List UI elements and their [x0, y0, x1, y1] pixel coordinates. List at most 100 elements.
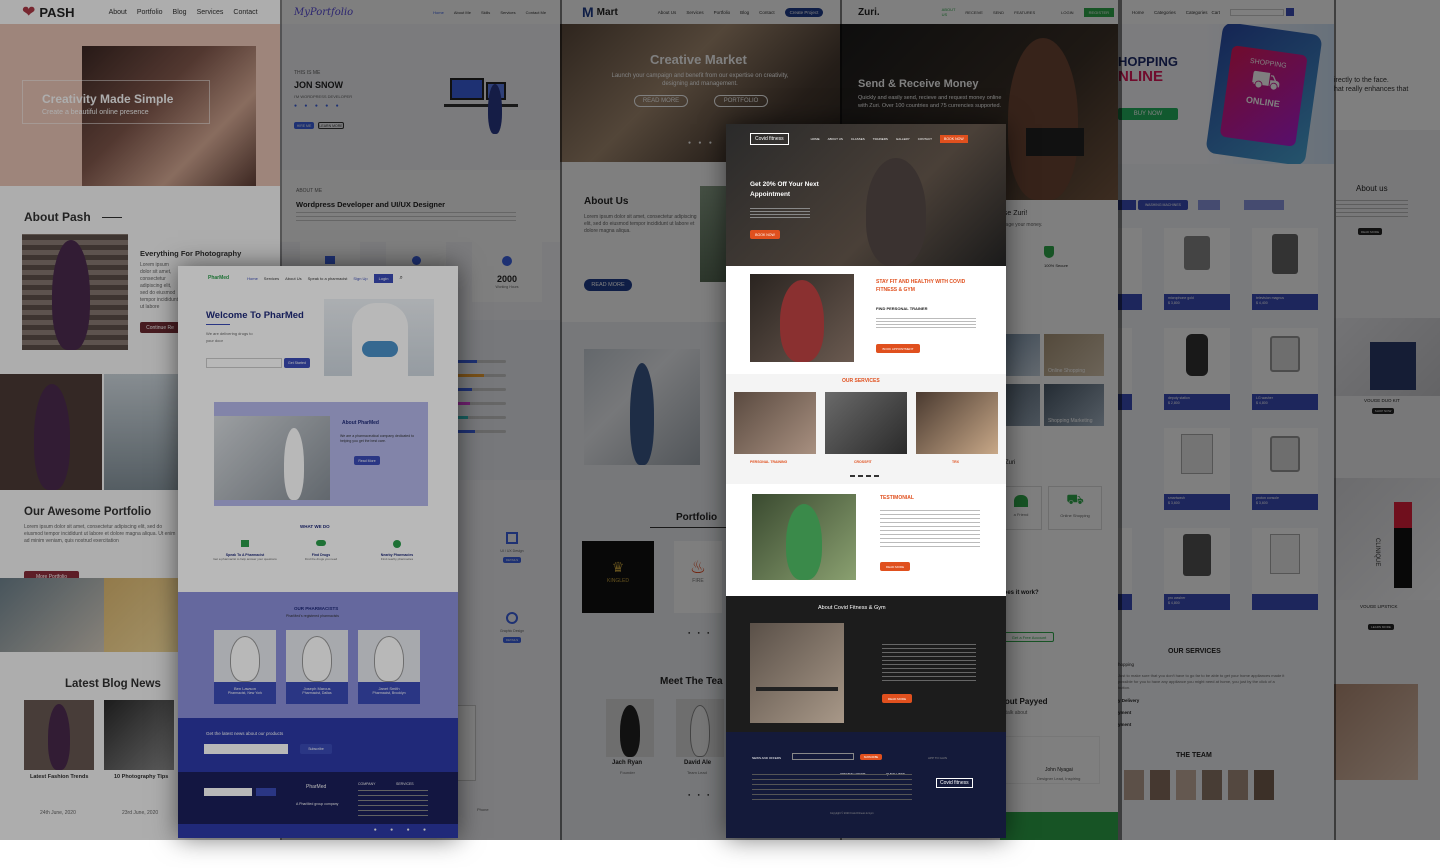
mart-cta-button[interactable]: Create Project: [784, 7, 824, 17]
pharmacist-card[interactable]: Janet Smith Pharmacist, Brooklyn: [358, 630, 420, 704]
shop-buy-button[interactable]: BUY NOW: [1118, 108, 1178, 120]
shop-service-item-3[interactable]: yment: [1118, 710, 1131, 715]
product-card[interactable]: deputy station $ 2,800: [1164, 328, 1230, 410]
search-icon[interactable]: [1286, 8, 1295, 16]
product-card[interactable]: pro washer $ 4,800: [1164, 528, 1230, 610]
product-card[interactable]: [1252, 528, 1318, 610]
product-card[interactable]: television magnus $ 4,400: [1252, 228, 1318, 310]
pash-nav-about[interactable]: About: [109, 9, 127, 16]
pharmed-read-more-button[interactable]: Read More: [354, 456, 380, 465]
fitness-carousel-dots[interactable]: [850, 475, 882, 477]
zuri-nav-send[interactable]: SEND: [993, 10, 1004, 15]
fitness-logo[interactable]: Covid fitness: [750, 133, 789, 145]
shop-tab-2[interactable]: [1198, 200, 1220, 210]
fitness-nav-about[interactable]: ABOUT US: [828, 137, 843, 141]
pharmed-subscribe-button[interactable]: Subscribe: [300, 744, 332, 754]
pharmed-search-button[interactable]: Get Started: [284, 358, 310, 368]
fitness-subscribe-button[interactable]: SUBSCRIBE: [860, 754, 882, 760]
myportfolio-learn-button[interactable]: LEARN MORE: [318, 122, 344, 129]
pash-logo[interactable]: PASH: [39, 5, 74, 20]
pharmed-footer-button[interactable]: [256, 788, 276, 796]
shop-service-item-4[interactable]: yment: [1118, 722, 1131, 727]
fitness-nav-gallery[interactable]: GALLERY: [896, 137, 910, 141]
product-card[interactable]: proton console $ 3,600: [1252, 428, 1318, 510]
shop-service-item-1[interactable]: hopping: [1118, 662, 1134, 667]
zuri-online-card[interactable]: ⛟ Online Shopping: [1048, 486, 1102, 530]
pash-blog-1-title[interactable]: Latest Fashion Trends: [30, 774, 88, 780]
shop-nav-categories-2[interactable]: Categories: [1186, 10, 1208, 15]
pharmed-news-input[interactable]: [204, 744, 288, 754]
pharmed-nav-services[interactable]: Services: [264, 276, 279, 281]
myportfolio-details-button-1[interactable]: DETAILS: [503, 557, 521, 563]
fitness-hero-button[interactable]: BOOK NOW: [750, 230, 780, 239]
mart-hero-read-more[interactable]: READ MORE: [634, 95, 688, 107]
pharmed-nav-signup[interactable]: Sign Up: [353, 276, 367, 281]
fitness-nav-home[interactable]: HOME: [811, 137, 820, 141]
myportfolio-hire-button[interactable]: HIRE ME: [294, 122, 314, 129]
zuri-nav-features[interactable]: FEATURES: [1014, 10, 1035, 15]
shop-search-input[interactable]: [1230, 8, 1285, 16]
search-icon[interactable]: ⌕: [399, 275, 402, 282]
product-card[interactable]: [1118, 328, 1132, 410]
myportfolio-nav-skills[interactable]: Skills: [481, 10, 490, 15]
myportfolio-logo[interactable]: MyPortfolio: [294, 7, 353, 18]
mart-hero-portfolio[interactable]: PORTFOLIO: [714, 95, 768, 107]
pash-nav-portfolio[interactable]: Portfolio: [137, 9, 163, 16]
mart-nav-portfolio[interactable]: Portfolio: [714, 10, 731, 15]
social-icons[interactable]: ● ● ● ●: [374, 827, 432, 833]
product-card[interactable]: [1118, 228, 1142, 310]
mart-nav-services[interactable]: Services: [686, 10, 703, 15]
zuri-logo[interactable]: Zuri.: [858, 7, 880, 18]
product-card[interactable]: [1118, 528, 1132, 610]
mart-about-button[interactable]: READ MORE: [584, 279, 632, 291]
mart-nav-contact[interactable]: Contact: [759, 10, 775, 15]
myportfolio-details-button-2[interactable]: DETAILS: [503, 637, 521, 643]
fitness-about-button[interactable]: READ MORE: [882, 694, 912, 703]
mart-nav-about[interactable]: About Us: [658, 10, 677, 15]
pharmed-logo[interactable]: PharMed: [208, 275, 229, 281]
zuri-nav-receive[interactable]: RECEIVE: [965, 10, 983, 15]
zuri-nav-about[interactable]: ABOUT US: [942, 7, 956, 17]
shop-tab-washing[interactable]: WASHING MACHINES: [1138, 200, 1188, 210]
pash-nav-blog[interactable]: Blog: [173, 9, 187, 16]
edge-read-more-button[interactable]: READ MORE: [1358, 228, 1382, 235]
edge-shop-now-button[interactable]: SHOP NOW: [1372, 408, 1394, 414]
shop-nav-categories[interactable]: Categories: [1154, 10, 1176, 15]
shop-nav-home[interactable]: Home: [1132, 10, 1144, 15]
myportfolio-nav-home[interactable]: Home: [433, 10, 444, 15]
zuri-login[interactable]: LOGIN: [1061, 10, 1073, 15]
pharmed-search-input[interactable]: [206, 358, 282, 368]
fitness-appointment-button[interactable]: BOOK APPOINTMENT: [876, 344, 920, 353]
pash-blog-2-title[interactable]: 10 Photography Tips: [114, 774, 168, 780]
zuri-friend-card[interactable]: a Friend: [1000, 486, 1042, 530]
product-card[interactable]: smartwash $ 3,600: [1164, 428, 1230, 510]
shop-cart[interactable]: Cart: [1212, 10, 1221, 15]
pash-nav-services[interactable]: Services: [197, 9, 224, 16]
mart-nav-blog[interactable]: Blog: [740, 10, 749, 15]
pash-continue-button[interactable]: Continue Re: [140, 322, 180, 333]
pharmed-login-button[interactable]: Login: [373, 273, 394, 283]
zuri-register-button[interactable]: REGISTER: [1083, 7, 1115, 17]
product-card[interactable]: microphone gold $ 3,800: [1164, 228, 1230, 310]
pharmed-nav-speak[interactable]: Speak to a pharmacist: [308, 276, 348, 281]
shop-tab-3[interactable]: [1244, 200, 1284, 210]
edge-learn-more-button[interactable]: LEARN MORE: [1368, 624, 1394, 630]
shop-service-item-2[interactable]: y Delivery: [1118, 698, 1139, 703]
product-card[interactable]: LG washer $ 4,800: [1252, 328, 1318, 410]
myportfolio-nav-contact[interactable]: Contact Me: [526, 10, 546, 15]
fitness-nav-classes[interactable]: CLASSES: [851, 137, 865, 141]
pharmed-footer-input[interactable]: [204, 788, 252, 796]
myportfolio-nav-services[interactable]: Services: [500, 10, 515, 15]
fitness-join-button[interactable]: BOOK NOW: [940, 135, 968, 143]
myportfolio-nav-about[interactable]: About Me: [454, 10, 471, 15]
shop-tab-0[interactable]: [1118, 200, 1136, 210]
fitness-footer-input[interactable]: [792, 753, 854, 760]
pharmed-nav-home[interactable]: Home: [247, 276, 258, 281]
pharmed-nav-about[interactable]: About Us: [285, 276, 301, 281]
pash-nav-contact[interactable]: Contact: [233, 9, 257, 16]
mart-logo[interactable]: Mart: [597, 7, 618, 18]
fitness-nav-contact[interactable]: CONTACT: [918, 137, 932, 141]
fitness-nav-trainers[interactable]: TRAINERS: [873, 137, 888, 141]
pharmacist-card[interactable]: Joseph Marcus Pharmacist, Dallas: [286, 630, 348, 704]
zuri-free-account-button[interactable]: Get a Free Account: [1004, 632, 1054, 642]
